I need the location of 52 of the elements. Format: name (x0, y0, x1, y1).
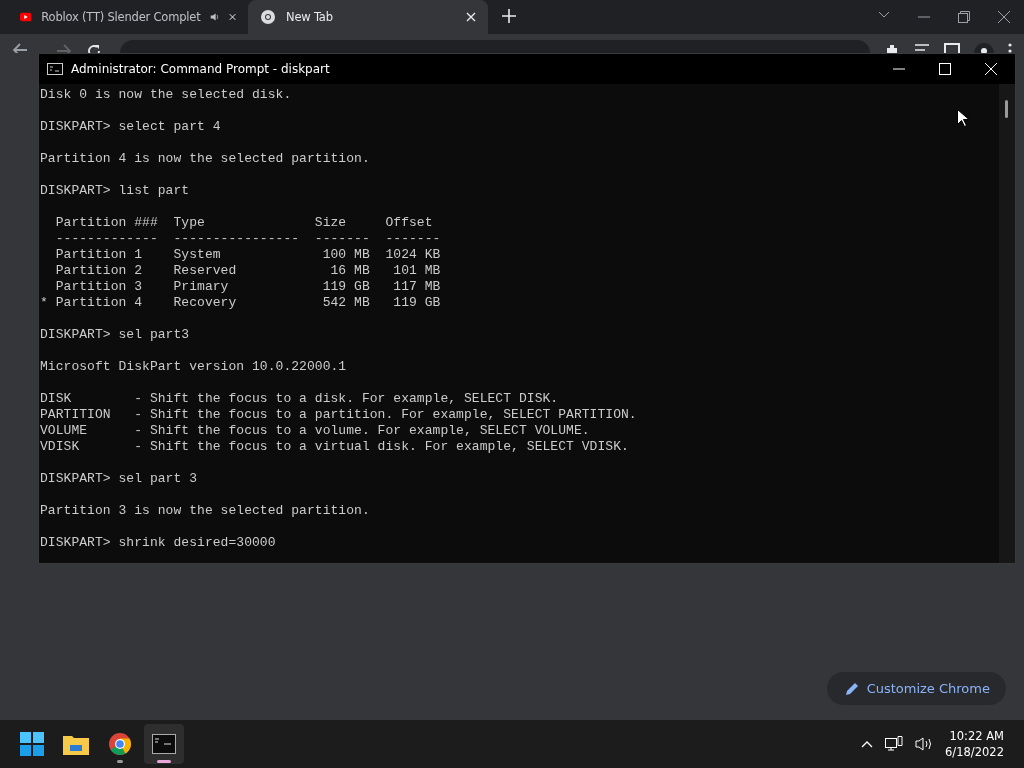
folder-icon (63, 733, 89, 755)
console-line: DISKPART> sel part 3 (40, 471, 198, 487)
console-line: Disk 0 is now the selected disk. (40, 87, 292, 103)
clock-time[interactable]: 10:22 AM (949, 728, 1004, 744)
browser-tab[interactable]: New Tab (248, 0, 488, 34)
extensions-icon[interactable] (884, 43, 900, 53)
restore-icon[interactable] (958, 11, 970, 23)
browser-tab[interactable]: Roblox (TT) Slender Complet (8, 0, 248, 34)
console-line: DISKPART> select part 4 (40, 119, 221, 135)
chevron-down-icon[interactable] (878, 11, 890, 19)
clock-date[interactable]: 6/18/2022 (945, 744, 1004, 760)
console-line: ------------- ---------------- ------- ------- (54, 231, 441, 247)
side-panel-icon[interactable] (944, 43, 960, 53)
console-line: DISKPART> shrink desired=30000 (40, 535, 276, 551)
network-icon[interactable] (885, 736, 904, 752)
terminal-icon (152, 734, 176, 754)
windows-logo-icon (20, 732, 44, 756)
volume-icon[interactable] (915, 737, 934, 751)
chevron-up-icon[interactable] (861, 740, 874, 748)
close-icon[interactable] (998, 11, 1010, 23)
taskbar-app[interactable] (144, 724, 184, 764)
console-line: Partition 1 System 100 MB 1024 KB (54, 247, 441, 263)
console-line: Partition 3 is now the selected partition. (40, 503, 370, 519)
console-line: Partition ### Type Size Offset (54, 215, 433, 231)
console-line: Partition 3 Primary 119 GB 117 MB (54, 279, 441, 295)
console-line: PARTITION - Shift the focus to a partition. For example, SELECT PARTITION. (40, 407, 637, 423)
maximize-icon[interactable] (939, 63, 951, 75)
console-line: Microsoft DiskPart version 10.0.22000.1 (40, 359, 347, 375)
console-line: VOLUME - Shift the focus to a volume. For example, SELECT VOLUME. (40, 423, 590, 439)
globe-icon (260, 9, 276, 25)
menu-icon[interactable] (1008, 43, 1012, 53)
scrollbar[interactable] (999, 84, 1015, 563)
scrollbar-thumb[interactable] (1005, 100, 1008, 118)
back-arrow-icon[interactable] (12, 41, 28, 53)
terminal-icon (47, 63, 63, 75)
plus-icon[interactable] (502, 8, 516, 23)
console-line: DISKPART> list part (40, 183, 190, 199)
cursor-icon (957, 109, 969, 127)
customize-chrome-button[interactable]: Customize Chrome (826, 672, 1006, 705)
tab-title: Roblox (TT) Slender Complet (41, 10, 201, 24)
console-line: Partition 2 Reserved 16 MB 101 MB (54, 263, 441, 279)
window-title: Administrator: Command Prompt - diskpart (71, 62, 330, 76)
console-line: VDISK - Shift the focus to a virtual disk. For example, SELECT VDISK. (40, 439, 629, 455)
reading-list-icon[interactable] (914, 43, 930, 53)
chrome-icon (108, 732, 132, 756)
tab-title: New Tab (286, 10, 334, 24)
video-site-icon (20, 11, 32, 23)
console-line: DISKPART> sel part3 (40, 327, 190, 343)
pencil-icon (844, 681, 859, 696)
console-line: DISK - Shift the focus to a disk. For example, SELECT DISK. (40, 391, 559, 407)
console-line: Partition 4 is now the selected partition. (40, 151, 370, 167)
console-line: * Partition 4 Recovery 542 MB 119 GB (40, 295, 441, 311)
